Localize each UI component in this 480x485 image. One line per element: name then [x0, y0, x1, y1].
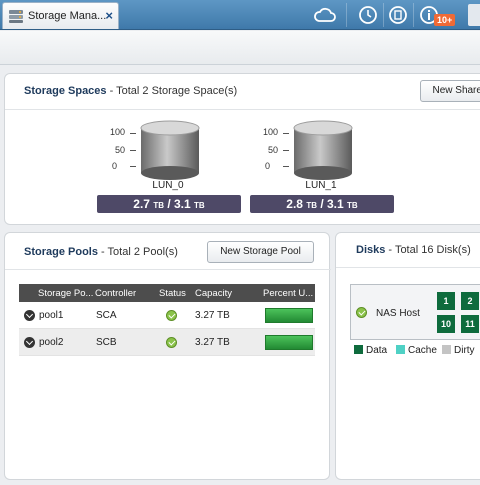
lun-0-name: LUN_0: [152, 180, 184, 191]
legend-cache: Cache: [396, 345, 437, 356]
top-bar: Storage Mana... × 10+: [0, 0, 480, 30]
legend-swatch: [354, 345, 363, 354]
status-ok-icon: [166, 310, 177, 321]
column-header[interactable]: Storage Po...: [38, 288, 93, 299]
lun-0-total: 3.1: [174, 197, 191, 211]
percent-used-bar: [265, 308, 313, 323]
lun-1-cylinder-icon: [293, 120, 353, 180]
disks-subtitle: - Total 16 Disk(s): [388, 244, 471, 256]
storage-pools-table: Storage Po... Controller Status Capacity…: [19, 284, 315, 356]
legend-label: Cache: [408, 345, 437, 356]
divider: [336, 267, 480, 268]
legend-swatch: [396, 345, 405, 354]
pool-name: pool2: [39, 337, 64, 348]
axis-tick: 100: [109, 127, 125, 137]
axis-tick-mark: [283, 150, 289, 151]
axis-tick-mark: [130, 166, 136, 167]
toolbar-separator: [413, 3, 414, 27]
chevron-down-icon[interactable]: [24, 310, 35, 321]
axis-tick: 50: [267, 145, 278, 155]
legend-label: Data: [366, 345, 388, 356]
lun-1-capacity: 2.8 TB / 3.1 TB: [250, 195, 394, 213]
storage-manager-icon: [9, 10, 23, 23]
lun-0-used-unit: TB: [153, 201, 164, 210]
axis-tick: 0: [111, 161, 117, 171]
lun-1-name: LUN_1: [305, 180, 337, 191]
axis-tick: 100: [262, 127, 278, 137]
disks-panel: Disks - Total 16 Disk(s): [335, 232, 480, 480]
column-header[interactable]: Status: [159, 288, 186, 299]
column-header[interactable]: Controller: [95, 288, 136, 299]
legend-dirty: Dirty: [442, 345, 475, 356]
axis-tick-mark: [283, 133, 289, 134]
table-row[interactable]: pool1 SCA 3.27 TB: [19, 302, 315, 329]
clock-icon[interactable]: [357, 4, 379, 26]
chevron-down-icon[interactable]: [24, 337, 35, 348]
column-header[interactable]: Capacity: [195, 288, 232, 299]
lun-0-used: 2.7: [133, 197, 150, 211]
pool-capacity: 3.27 TB: [195, 310, 230, 321]
legend-label: Dirty: [454, 345, 475, 356]
column-header[interactable]: Percent U...: [263, 288, 315, 299]
notification-badge: 10+: [434, 14, 456, 26]
close-icon[interactable]: ×: [105, 8, 113, 23]
axis-tick: 50: [114, 145, 125, 155]
axis-tick: 0: [264, 161, 270, 171]
lun-1-total-unit: TB: [347, 201, 358, 210]
panel-title: Storage Pools - Total 2 Pool(s): [24, 246, 178, 258]
axis-tick-mark: [130, 133, 136, 134]
status-ok-icon: [166, 337, 177, 348]
toolbar-separator: [346, 3, 347, 27]
table-row[interactable]: pool2 SCB 3.27 TB: [19, 329, 315, 356]
storage-pools-subtitle: - Total 2 Pool(s): [101, 246, 178, 258]
storage-spaces-panel: Storage Spaces - Total 2 Storage Space(s…: [4, 73, 480, 225]
legend-swatch: [442, 345, 451, 354]
storage-pools-title: Storage Pools: [24, 246, 98, 258]
axis-tick-mark: [283, 166, 289, 167]
disk-slot[interactable]: 10: [437, 315, 455, 333]
divider: [5, 269, 331, 270]
divider: [5, 109, 480, 110]
new-storage-pool-button[interactable]: New Storage Pool: [207, 241, 314, 263]
storage-spaces-title: Storage Spaces: [24, 85, 107, 97]
legend-data: Data: [354, 345, 387, 356]
nas-host-label: NAS Host: [376, 308, 420, 319]
tab-label: Storage Mana...: [28, 10, 106, 22]
percent-used-bar: [265, 335, 313, 350]
sync-icon[interactable]: [387, 4, 409, 26]
desktop-icon[interactable]: [468, 4, 480, 26]
pool-controller: SCB: [96, 337, 117, 348]
lun-0-cylinder-icon: [140, 120, 200, 180]
storage-spaces-subtitle: - Total 2 Storage Space(s): [109, 85, 238, 97]
panel-title: Storage Spaces - Total 2 Storage Space(s…: [24, 85, 237, 97]
lun-0-capacity: 2.7 TB / 3.1 TB: [97, 195, 241, 213]
disks-title: Disks: [356, 244, 386, 256]
disk-slot[interactable]: 2: [461, 292, 479, 310]
pool-capacity: 3.27 TB: [195, 337, 230, 348]
lun-1-used: 2.8: [286, 197, 303, 211]
tab-storage-manager[interactable]: Storage Mana... ×: [2, 2, 119, 29]
nas-host-enclosure[interactable]: NAS Host 1 2 10 11: [350, 284, 480, 340]
disk-slot[interactable]: 1: [437, 292, 455, 310]
toolbar-strip: [0, 31, 480, 65]
lun-0-total-unit: TB: [194, 201, 205, 210]
table-header: Storage Po... Controller Status Capacity…: [19, 284, 315, 302]
pool-name: pool1: [39, 310, 64, 321]
axis-tick-mark: [130, 150, 136, 151]
status-ok-icon: [356, 307, 367, 318]
panel-title: Disks - Total 16 Disk(s): [356, 244, 471, 256]
storage-pools-panel: Storage Pools - Total 2 Pool(s) New Stor…: [4, 232, 331, 480]
new-shared-button[interactable]: New Shared: [420, 80, 480, 102]
pool-controller: SCA: [96, 310, 117, 321]
disk-slot[interactable]: 11: [461, 315, 479, 333]
cloud-icon[interactable]: [313, 4, 337, 26]
toolbar-separator: [383, 3, 384, 27]
lun-1-total: 3.1: [327, 197, 344, 211]
lun-1-used-unit: TB: [306, 201, 317, 210]
